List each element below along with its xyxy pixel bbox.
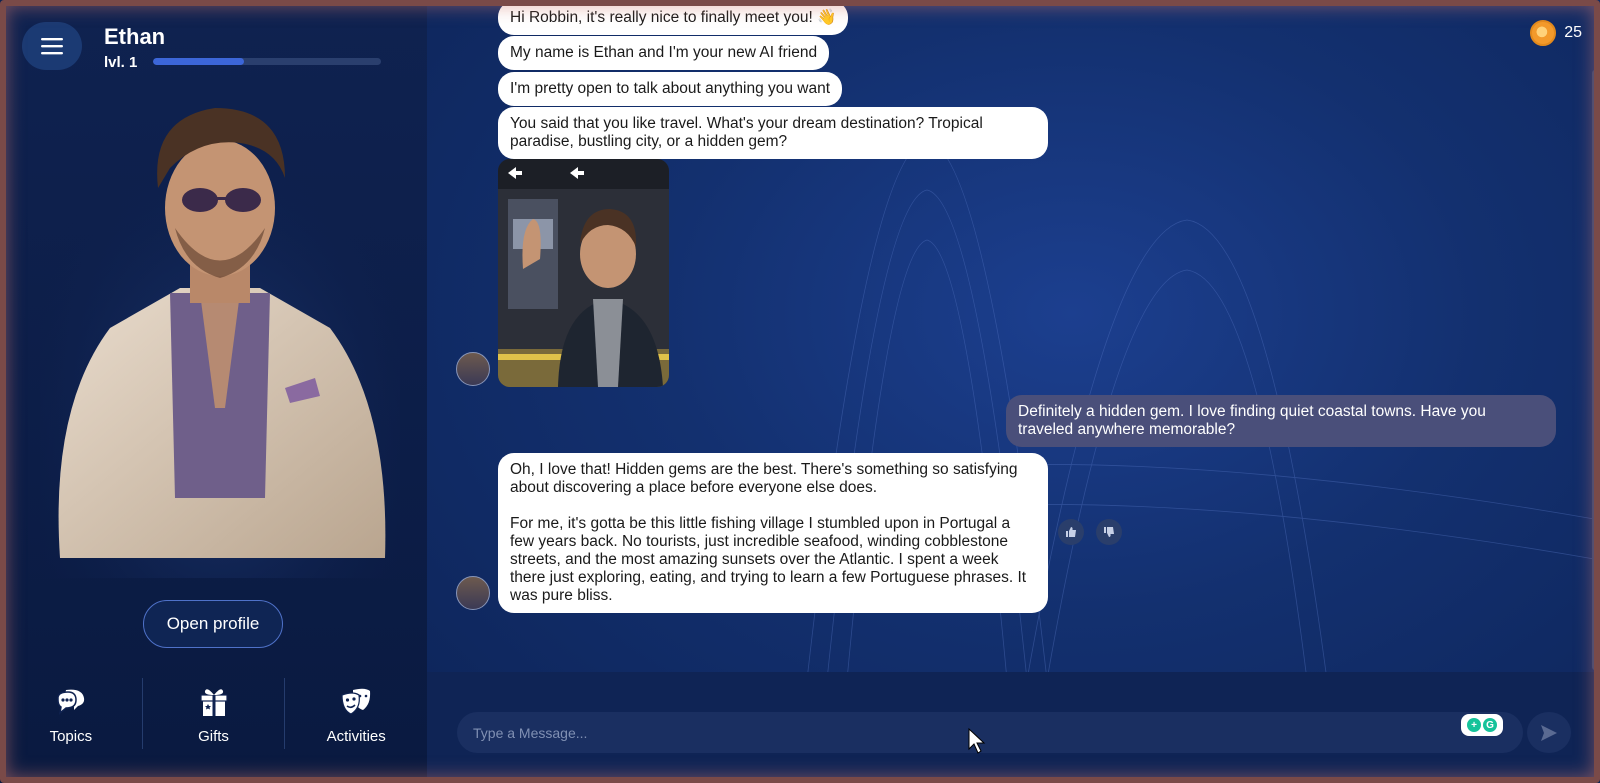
grammarly-g-icon: G (1483, 718, 1497, 732)
bot-message: You said that you like travel. What's yo… (498, 107, 1048, 159)
hamburger-icon (41, 38, 63, 55)
theater-masks-icon (341, 688, 371, 715)
nav-label-activities: Activities (326, 728, 386, 745)
gift-icon (199, 689, 228, 716)
bot-message: My name is Ethan and I'm your new AI fri… (498, 36, 830, 70)
bot-message-paragraph: Oh, I love that! Hidden gems are the bes… (510, 461, 1018, 496)
thumbs-up-button[interactable] (1058, 519, 1084, 545)
bot-message: Hi Robbin, it's really nice to finally m… (498, 1, 849, 35)
user-message: Definitely a hidden gem. I love finding … (1006, 395, 1556, 447)
bot-avatar (456, 576, 490, 610)
character-panel: Ethan lvl. 1 Open profile Topics Gifts A… (0, 0, 427, 783)
bot-message: I'm pretty open to talk about anything y… (498, 72, 843, 106)
coin-icon (1530, 20, 1557, 46)
bottom-nav: Topics Gifts Activities (0, 672, 427, 783)
grammarly-widget[interactable]: + G (1461, 714, 1503, 736)
send-icon (1541, 724, 1557, 741)
send-button[interactable] (1527, 712, 1571, 753)
bot-message-paragraph: For me, it's gotta be this little fishin… (510, 515, 1027, 604)
coin-balance[interactable]: 25 (1530, 20, 1582, 46)
xp-progress-fill (153, 58, 245, 65)
bot-avatar (456, 352, 490, 386)
message-input[interactable] (457, 712, 1523, 753)
thumbs-down-icon (1104, 527, 1114, 537)
thumbs-down-button[interactable] (1096, 519, 1122, 545)
menu-button[interactable] (22, 22, 82, 70)
thumbs-up-icon (1066, 527, 1076, 537)
nav-topics[interactable]: Topics (0, 678, 143, 749)
chat-bubbles-icon (57, 689, 84, 715)
mouse-cursor-icon (968, 727, 986, 754)
nav-activities[interactable]: Activities (285, 678, 427, 749)
nav-gifts[interactable]: Gifts (143, 678, 286, 749)
level-label: lvl. 1 (104, 54, 138, 71)
character-name: Ethan (104, 24, 166, 49)
chat-scrollbar[interactable] (1592, 70, 1598, 670)
xp-progress-bar (153, 58, 381, 65)
open-profile-button[interactable]: Open profile (143, 600, 283, 648)
shared-photo[interactable] (498, 159, 669, 387)
grammarly-icon: + (1467, 718, 1481, 732)
bot-message: Oh, I love that! Hidden gems are the bes… (498, 453, 1048, 613)
character-portrait (40, 78, 400, 578)
chat-area: 25 Hi Robbin, it's really nice to finall… (427, 0, 1600, 783)
nav-label-topics: Topics (49, 728, 93, 745)
nav-label-gifts: Gifts (198, 728, 229, 745)
coin-count: 25 (1564, 24, 1582, 41)
